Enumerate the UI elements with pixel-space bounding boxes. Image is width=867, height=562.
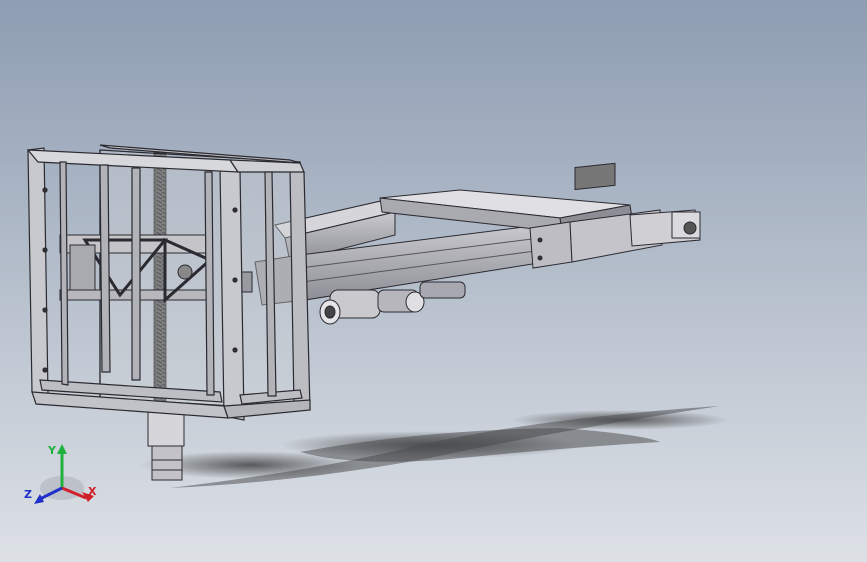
assembly-model[interactable] [0, 0, 867, 562]
graphics-viewport[interactable]: Y X Z [0, 0, 867, 562]
z-axis-label: Z [24, 488, 32, 501]
x-axis-label: X [88, 485, 97, 498]
horizontal-linear-axis[interactable] [254, 162, 701, 306]
z-axis-arrowhead [34, 494, 44, 504]
y-axis-label: Y [47, 444, 57, 457]
y-axis-arrowhead [57, 444, 67, 454]
servo-motor-vertical[interactable] [147, 409, 185, 481]
view-orientation-triad[interactable]: Y X Z [22, 440, 102, 510]
